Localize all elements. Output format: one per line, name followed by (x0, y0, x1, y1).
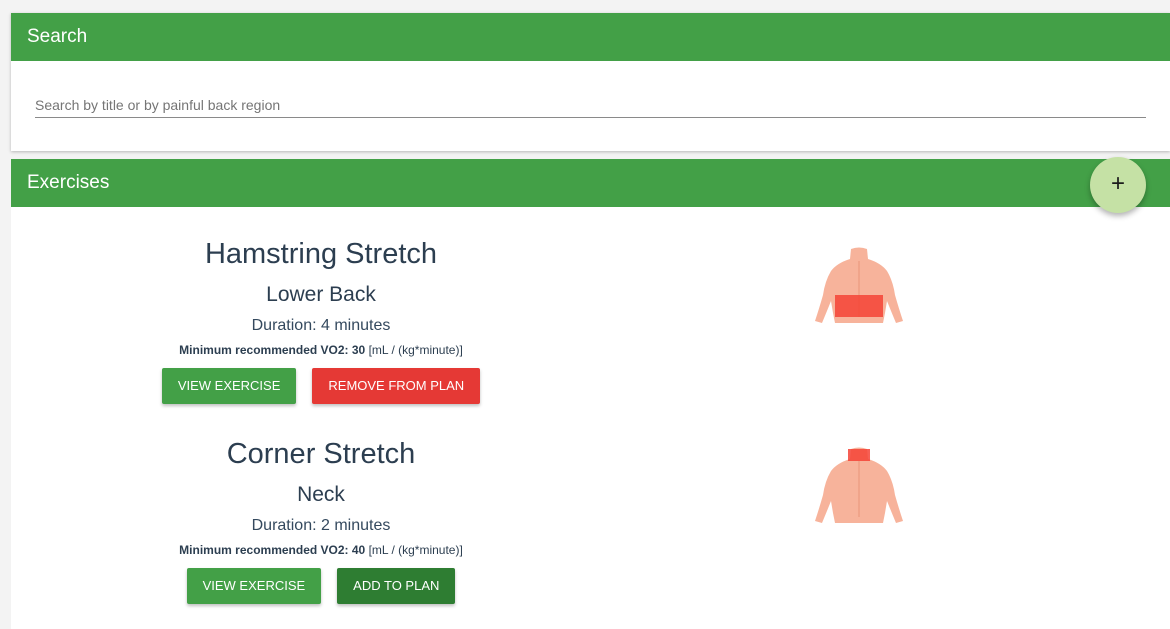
exercise-actions: VIEW EXERCISE REMOVE FROM PLAN (11, 368, 631, 404)
search-header: Search (11, 13, 1170, 61)
exercise-region: Lower Back (266, 283, 376, 306)
exercises-header: Exercises (11, 159, 1170, 207)
add-to-plan-button[interactable]: ADD TO PLAN (337, 568, 456, 604)
view-exercise-button[interactable]: VIEW EXERCISE (186, 568, 322, 604)
vo2-label: Minimum recommended VO2: 40 (179, 543, 366, 557)
back-body-icon (815, 447, 903, 523)
exercise-region: Neck (297, 483, 345, 506)
back-body-icon (815, 247, 903, 323)
exercise-vo2: Minimum recommended VO2: 30 [mL / (kg*mi… (11, 342, 631, 358)
add-exercise-button[interactable]: + (1090, 157, 1146, 213)
exercise-duration: Duration: 2 minutes (251, 517, 391, 534)
vo2-unit: [mL / (kg*minute)] (368, 343, 463, 357)
search-input[interactable] (35, 93, 1146, 118)
view-exercise-button[interactable]: VIEW EXERCISE (161, 368, 297, 404)
plus-icon: + (1110, 170, 1125, 197)
exercise-duration: Duration: 4 minutes (251, 317, 391, 334)
neck-highlight (848, 449, 870, 461)
exercises-card: Exercises Hamstring Stretch Lower Back D… (11, 159, 1170, 629)
exercise-title: Corner Stretch (226, 438, 416, 470)
exercise-actions: VIEW EXERCISE ADD TO PLAN (11, 568, 631, 604)
exercise-title: Hamstring Stretch (204, 238, 438, 270)
exercise-info: Corner Stretch Neck Duration: 2 minutes … (11, 437, 631, 604)
vo2-unit: [mL / (kg*minute)] (368, 543, 463, 557)
lower-back-highlight (835, 295, 883, 317)
vo2-label: Minimum recommended VO2: 30 (179, 343, 366, 357)
remove-from-plan-button[interactable]: REMOVE FROM PLAN (312, 368, 481, 404)
search-card: Search (11, 13, 1170, 151)
exercise-vo2: Minimum recommended VO2: 40 [mL / (kg*mi… (11, 542, 631, 558)
exercise-info: Hamstring Stretch Lower Back Duration: 4… (11, 237, 631, 404)
